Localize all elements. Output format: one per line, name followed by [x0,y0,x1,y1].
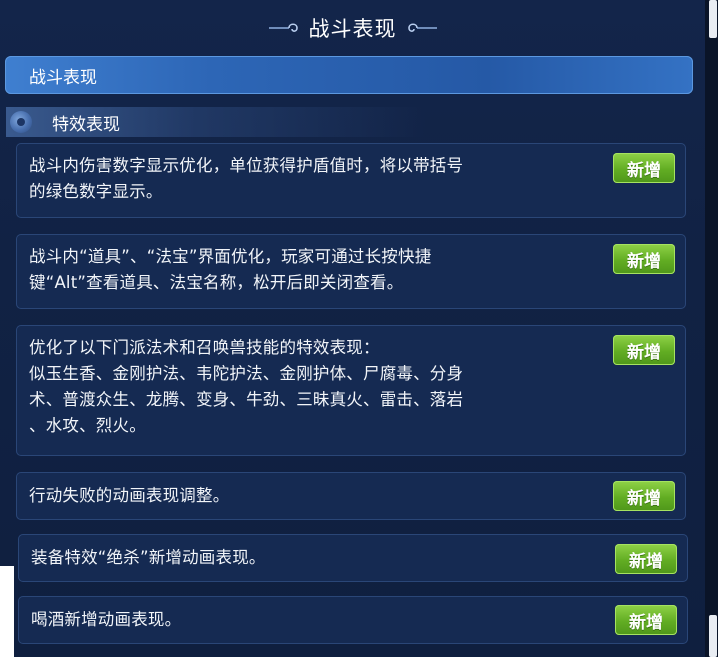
item-text: 优化了以下门派法术和召唤兽技能的特效表现： 似玉生香、金刚护法、韦陀护法、金刚护… [29,335,463,439]
item-line: 术、普渡众生、龙腾、变身、牛劲、三昧真火、雷击、落岩 [29,390,464,409]
item-line: 装备特效“绝杀”新增动画表现。 [31,548,266,567]
subsection-label: 特效表现 [52,114,120,135]
list-item: 战斗内伤害数字显示优化，单位获得护盾值时，将以带括号 的绿色数字显示。 新增 [16,143,686,218]
section-header-battle[interactable]: 战斗表现 [5,56,693,94]
new-badge: 新增 [613,481,675,511]
item-line: 的绿色数字显示。 [29,182,163,201]
item-line: 优化了以下门派法术和召唤兽技能的特效表现： [29,338,380,357]
new-badge: 新增 [613,335,675,365]
item-line: 战斗内伤害数字显示优化，单位获得护盾值时，将以带括号 [29,156,464,175]
list-item: 行动失败的动画表现调整。 新增 [16,472,686,520]
list-item: 优化了以下门派法术和召唤兽技能的特效表现： 似玉生香、金刚护法、韦陀护法、金刚护… [16,325,686,456]
scrollbar-thumb-bottom[interactable] [709,615,717,657]
title-bar: 战斗表现 [0,0,705,56]
window-edge [0,566,14,657]
new-badge: 新增 [615,605,677,635]
item-text: 战斗内“道具”、“法宝”界面优化，玩家可通过长按快捷 键“Alt”查看道具、法宝… [29,244,431,296]
page-title: 战斗表现 [308,17,397,41]
item-text: 行动失败的动画表现调整。 [29,483,229,509]
new-badge: 新增 [613,244,675,274]
item-line: 似玉生香、金刚护法、韦陀护法、金刚护体、尸腐毒、分身 [29,364,464,383]
list-item: 战斗内“道具”、“法宝”界面优化，玩家可通过长按快捷 键“Alt”查看道具、法宝… [16,234,686,309]
item-line: 、水攻、烈火。 [29,416,146,435]
swirl-ornament-left-icon [268,23,298,32]
scrollbar-thumb-top[interactable] [709,0,717,38]
item-text: 战斗内伤害数字显示优化，单位获得护盾值时，将以带括号 的绿色数字显示。 [29,153,463,205]
new-badge: 新增 [613,153,675,183]
item-line: 键“Alt”查看道具、法宝名称，松开后即关闭查看。 [29,273,404,292]
subsection-header-effects: 特效表现 [6,107,426,137]
item-line: 行动失败的动画表现调整。 [29,486,230,505]
item-text: 装备特效“绝杀”新增动画表现。 [31,545,266,571]
new-badge: 新增 [615,544,677,574]
list-item: 喝酒新增动画表现。 新增 [18,596,688,644]
list-item: 装备特效“绝杀”新增动画表现。 新增 [18,534,688,582]
cloud-emblem-icon [10,111,32,133]
item-line: 喝酒新增动画表现。 [31,610,182,629]
item-line: 战斗内“道具”、“法宝”界面优化，玩家可通过长按快捷 [29,247,432,266]
swirl-ornament-right-icon [407,23,437,32]
item-text: 喝酒新增动画表现。 [31,607,181,633]
scrollbar[interactable] [705,0,718,657]
section-header-label: 战斗表现 [29,67,97,88]
